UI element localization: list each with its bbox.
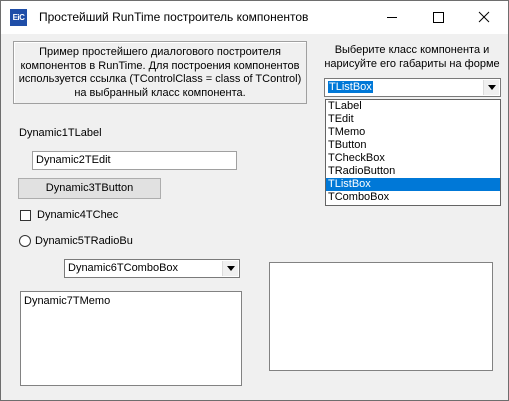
dynamic-combobox[interactable]: Dynamic6TComboBox — [64, 259, 240, 278]
dynamic-edit[interactable]: Dynamic2TEdit — [32, 151, 237, 170]
title-bar[interactable]: EiC Простейший RunTime построитель компо… — [1, 1, 508, 34]
dropdown-item-tmemo[interactable]: TMemo — [326, 126, 500, 139]
minimize-icon — [387, 17, 397, 18]
dynamic-radio[interactable] — [19, 235, 31, 247]
dynamic-checkbox-label[interactable]: Dynamic4TChec — [37, 209, 118, 221]
dropdown-item-tradiobutton[interactable]: TRadioButton — [326, 165, 500, 178]
maximize-icon — [433, 12, 444, 23]
dynamic-checkbox[interactable] — [20, 210, 31, 221]
class-chooser-label-line: Выберите класс компонента и — [334, 44, 490, 56]
dynamic-edit-value: Dynamic2TEdit — [36, 154, 111, 166]
minimize-button[interactable] — [369, 1, 415, 34]
dropdown-item-tbutton[interactable]: TButton — [326, 139, 500, 152]
close-icon — [478, 11, 490, 23]
dynamic-listbox[interactable] — [269, 262, 493, 371]
dynamic-button[interactable]: Dynamic3TButton — [18, 178, 161, 199]
dropdown-item-tcheckbox[interactable]: TCheckBox — [326, 152, 500, 165]
class-dropdown-list[interactable]: TLabel TEdit TMemo TButton TCheckBox TRa… — [325, 99, 501, 206]
dropdown-item-tcombobox[interactable]: TComboBox — [326, 191, 500, 204]
class-chooser-label: Выберите класс компонента и нарисуйте ег… — [319, 43, 505, 71]
dropdown-item-tlabel[interactable]: TLabel — [326, 100, 500, 113]
dynamic-combobox-value: Dynamic6TComboBox — [68, 262, 179, 274]
info-line: компонентов в RunTime. Для построения ко… — [20, 59, 300, 72]
dynamic-combobox-dropdown-button[interactable] — [222, 261, 238, 276]
dynamic-label: Dynamic1TLabel — [19, 127, 102, 139]
chevron-down-icon — [227, 266, 235, 271]
class-combobox[interactable]: TListBox — [324, 78, 501, 97]
class-chooser-label-line: нарисуйте его габариты на форме — [324, 58, 500, 70]
info-line: используется ссылка (TControlClass = cla… — [18, 73, 302, 85]
dynamic-memo-text: Dynamic7TMemo — [24, 295, 111, 307]
info-line: Пример простейшего диалогового построите… — [39, 46, 281, 58]
class-combobox-value: TListBox — [328, 81, 373, 93]
class-combobox-dropdown-button[interactable] — [483, 80, 499, 95]
dropdown-item-tlistbox[interactable]: TListBox — [326, 178, 500, 191]
info-line: на выбранный класс компонента. — [74, 86, 246, 99]
dynamic-radio-label[interactable]: Dynamic5TRadioBu — [35, 235, 133, 247]
main-window: EiC Простейший RunTime построитель компо… — [0, 0, 509, 401]
dynamic-memo[interactable]: Dynamic7TMemo — [20, 291, 242, 386]
close-button[interactable] — [461, 1, 507, 34]
window-title: Простейший RunTime построитель компонент… — [39, 10, 309, 24]
dropdown-item-tedit[interactable]: TEdit — [326, 113, 500, 126]
app-icon: EiC — [10, 9, 27, 26]
maximize-button[interactable] — [415, 1, 461, 34]
chevron-down-icon — [488, 85, 496, 90]
form-client-area[interactable]: Пример простейшего диалогового построите… — [1, 34, 508, 400]
info-panel: Пример простейшего диалогового построите… — [13, 41, 307, 104]
